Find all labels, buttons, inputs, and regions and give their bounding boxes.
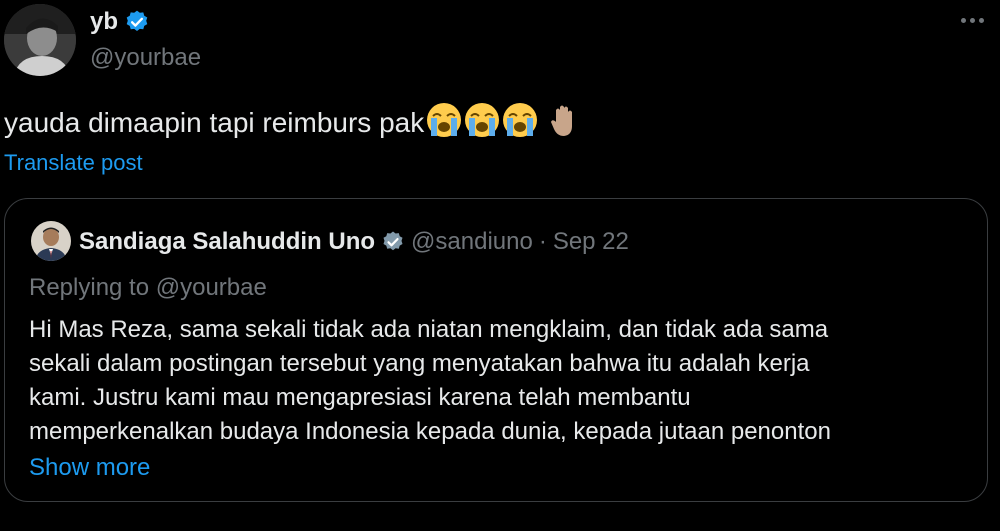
quoted-post-text: Hi Mas Reza, sama sekali tidak ada niata… [29, 313, 969, 449]
more-options-icon[interactable] [958, 6, 986, 34]
quoted-author-avatar[interactable] [31, 221, 71, 261]
show-more-link[interactable]: Show more [29, 451, 150, 485]
quoted-author-display-name[interactable]: Sandiaga Salahuddin Uno [79, 228, 375, 256]
dot [978, 17, 984, 23]
quoted-author-handle[interactable]: @sandiuno [411, 228, 533, 256]
author-name-row: yb [90, 4, 150, 40]
quoted-text-line: Hi Mas Reza, sama sekali tidak ada niata… [29, 316, 829, 343]
dot [969, 17, 975, 23]
dot [960, 17, 966, 23]
replying-to-label: Replying to @yourbae [29, 274, 267, 301]
separator: · [538, 228, 547, 255]
loudly-crying-face-icon [464, 102, 500, 138]
quoted-text-line: sekali dalam postingan tersebut yang men… [29, 350, 810, 377]
translate-post-link[interactable]: Translate post [4, 148, 143, 178]
quoted-post-card[interactable]: Sandiaga Salahuddin Uno @sandiuno · Sep … [4, 198, 988, 502]
verified-badge-icon [381, 230, 405, 254]
quoted-post-date[interactable]: Sep 22 [553, 228, 629, 256]
loudly-crying-face-icon [426, 102, 462, 138]
raised-hand-icon [546, 102, 582, 138]
author-display-name[interactable]: yb [90, 4, 118, 40]
post-text: yauda dimaapin tapi reimburs pak [4, 107, 425, 138]
verified-badge-icon [124, 9, 150, 35]
loudly-crying-face-icon [502, 102, 538, 138]
quoted-text-line: memperkenalkan budaya Indonesia kepada d… [29, 418, 831, 445]
avatar[interactable] [4, 4, 76, 76]
quoted-text-line: kami. Justru kami mau mengapresiasi kare… [29, 384, 691, 411]
author-handle[interactable]: @yourbae [90, 42, 201, 74]
quoted-header: Sandiaga Salahuddin Uno @sandiuno · Sep … [79, 225, 629, 259]
post-text-row: yauda dimaapin tapi reimburs pak [4, 102, 582, 144]
